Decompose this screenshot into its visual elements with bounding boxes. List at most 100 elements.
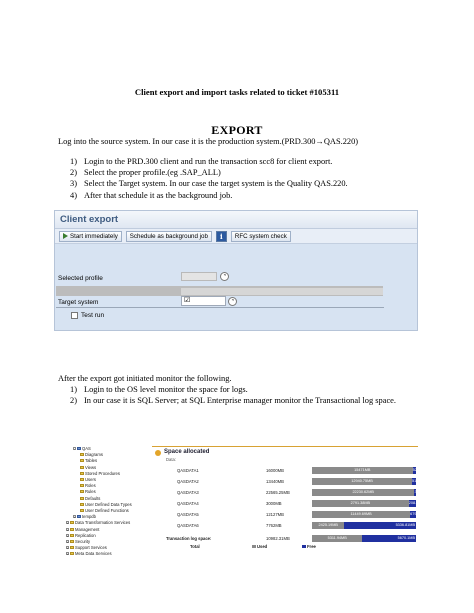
panel-header: Space allocated: [152, 446, 418, 456]
used-segment: 12940.75MB: [312, 478, 413, 485]
data-file-row: QASDATA5 12127MB 11449.69MB 679.31MB: [152, 511, 427, 519]
tree-item-label: Security: [75, 539, 91, 544]
tree-item[interactable]: + tempdb: [73, 514, 96, 519]
folder-icon: [70, 552, 74, 556]
file-name: QASDATA1: [177, 468, 199, 473]
database-icon: [77, 515, 81, 519]
tree-item[interactable]: + Meta Data Services: [66, 551, 112, 556]
tree-item[interactable]: Stored Procedures: [80, 471, 120, 476]
list-item: 1) Login to the OS level monitor the spac…: [70, 385, 248, 394]
tree-item-label: Roles: [85, 483, 96, 489]
sap-form: Selected profile ◔ Target system ☑ ◔ Tes…: [55, 244, 417, 331]
expand-icon[interactable]: +: [73, 515, 76, 519]
free-segment: 334.63MB: [414, 489, 432, 496]
space-bar: 2425.19MB 5336.81MB: [312, 522, 416, 529]
divider: [56, 307, 384, 308]
list-item: 1) Login to the PRD.300 client and run th…: [70, 157, 333, 166]
tree-item[interactable]: Diagrams: [80, 452, 103, 457]
tree-item[interactable]: User Defined Data Types: [80, 502, 132, 507]
folder-icon: [80, 496, 84, 500]
target-search-help-icon[interactable]: ◔: [228, 297, 237, 306]
file-size: 16000MB: [266, 468, 284, 473]
tree-item-label: Views: [85, 464, 97, 470]
tree-item[interactable]: + Data Transformation Services: [66, 520, 130, 525]
tree-item[interactable]: Users: [80, 477, 96, 482]
test-run-checkbox[interactable]: [71, 312, 78, 319]
database-icon: [77, 447, 81, 450]
expand-icon[interactable]: +: [66, 540, 69, 544]
data-label: Data:: [166, 457, 177, 462]
selected-profile-label: Selected profile: [58, 275, 103, 282]
tree-item-label: Management: [75, 526, 100, 532]
folder-icon: [80, 465, 84, 469]
target-system-field[interactable]: ☑: [181, 296, 226, 306]
tree-item-label: Replication: [75, 532, 96, 538]
file-name: QASDATA4: [177, 501, 199, 506]
info-icon[interactable]: i: [215, 230, 227, 242]
tree-item[interactable]: Views: [80, 465, 96, 470]
folder-icon: [80, 490, 84, 494]
expand-icon[interactable]: +: [66, 521, 69, 525]
start-immediately-button[interactable]: Start immediately: [59, 230, 122, 242]
used-segment: 15471MB: [312, 467, 413, 474]
file-size: 13440MB: [266, 479, 284, 484]
free-segment: 519.25MB: [412, 478, 430, 485]
folder-icon: [80, 502, 84, 506]
tree-item[interactable]: - QAS: [73, 446, 91, 451]
sap-toolbar: Start immediately Schedule as background…: [55, 229, 417, 244]
list-item: 2) Select the proper profile.(eg .SAP_ALL…: [70, 168, 221, 178]
schedule-background-job-button[interactable]: Schedule as background job: [125, 230, 212, 242]
tree-item-label: Users: [85, 477, 96, 482]
expand-icon[interactable]: +: [66, 533, 69, 537]
tree-item[interactable]: + Management: [66, 527, 99, 532]
file-size: 3000MB: [266, 501, 282, 506]
file-size: 12127MB: [266, 512, 284, 517]
free-segment: 5670.1MB: [362, 535, 416, 542]
database-icon: [155, 450, 161, 456]
test-run-option[interactable]: Test run: [71, 312, 104, 319]
data-file-row: QASDATA6 7762MB 2425.19MB 5336.81MB: [152, 522, 418, 530]
data-file-row: QASDATA1 16000MB 15471MB 529MB: [152, 467, 425, 475]
tree-item-label: QAS: [82, 446, 91, 451]
sap-client-export-screen: Client export Start immediately Schedule…: [54, 210, 418, 331]
tree-item-label: Defaults: [85, 495, 101, 501]
tree-item[interactable]: Defaults: [80, 496, 100, 501]
expand-icon[interactable]: +: [66, 552, 69, 556]
legend-total: Total: [190, 544, 200, 549]
folder-icon: [80, 484, 84, 488]
log-label: Transaction log space:: [166, 536, 212, 541]
rfc-system-check-button[interactable]: RFC system check: [230, 230, 291, 242]
folder-icon: [70, 533, 74, 537]
folder-icon: [80, 459, 84, 463]
profile-search-help-icon[interactable]: ◔: [220, 272, 229, 281]
tree-item[interactable]: Rules: [80, 489, 96, 494]
monitor-steps-list: 1) Login to the OS level monitor the spac…: [70, 384, 400, 406]
collapse-icon[interactable]: -: [73, 447, 76, 451]
tree-item[interactable]: Tables: [80, 458, 97, 463]
folder-icon: [70, 521, 74, 525]
space-allocated-panel: Space allocated Data: QASDATA1 16000MB 154…: [152, 443, 432, 563]
used-segment: 11449.69MB: [312, 511, 411, 518]
tree-item[interactable]: User Defined Functions: [80, 508, 129, 513]
panel-title: Space allocated: [164, 449, 210, 455]
log-size: 10982.31MB: [266, 536, 290, 541]
folder-icon: [80, 471, 84, 475]
expand-icon[interactable]: +: [66, 527, 69, 531]
tree-item[interactable]: Roles: [80, 483, 96, 488]
tree-item[interactable]: + Support Services: [66, 545, 107, 550]
space-bar: 2791.38MB 208.62MB: [312, 500, 426, 507]
used-segment: 5311.94MB: [312, 535, 363, 542]
used-segment: 2791.38MB: [312, 500, 409, 507]
tree-item[interactable]: + Replication: [66, 533, 96, 538]
tree-item[interactable]: + Security: [66, 539, 90, 544]
data-file-row: QASDATA3 22565.25MB 22230.62MB 334.63MB: [152, 489, 432, 497]
expand-icon[interactable]: +: [66, 546, 69, 550]
free-segment: 5336.81MB: [344, 522, 416, 529]
list-item: 4) After that schedule it as the backgrou…: [70, 190, 233, 200]
selected-profile-field[interactable]: [181, 272, 217, 281]
folder-icon: [70, 546, 74, 550]
export-steps-list: 1) Login to the PRD.300 client and run th…: [70, 156, 348, 201]
used-segment: 22230.62MB: [312, 489, 415, 496]
space-bar: 12940.75MB 519.25MB: [312, 478, 430, 485]
section-title: EXPORT: [211, 123, 263, 137]
